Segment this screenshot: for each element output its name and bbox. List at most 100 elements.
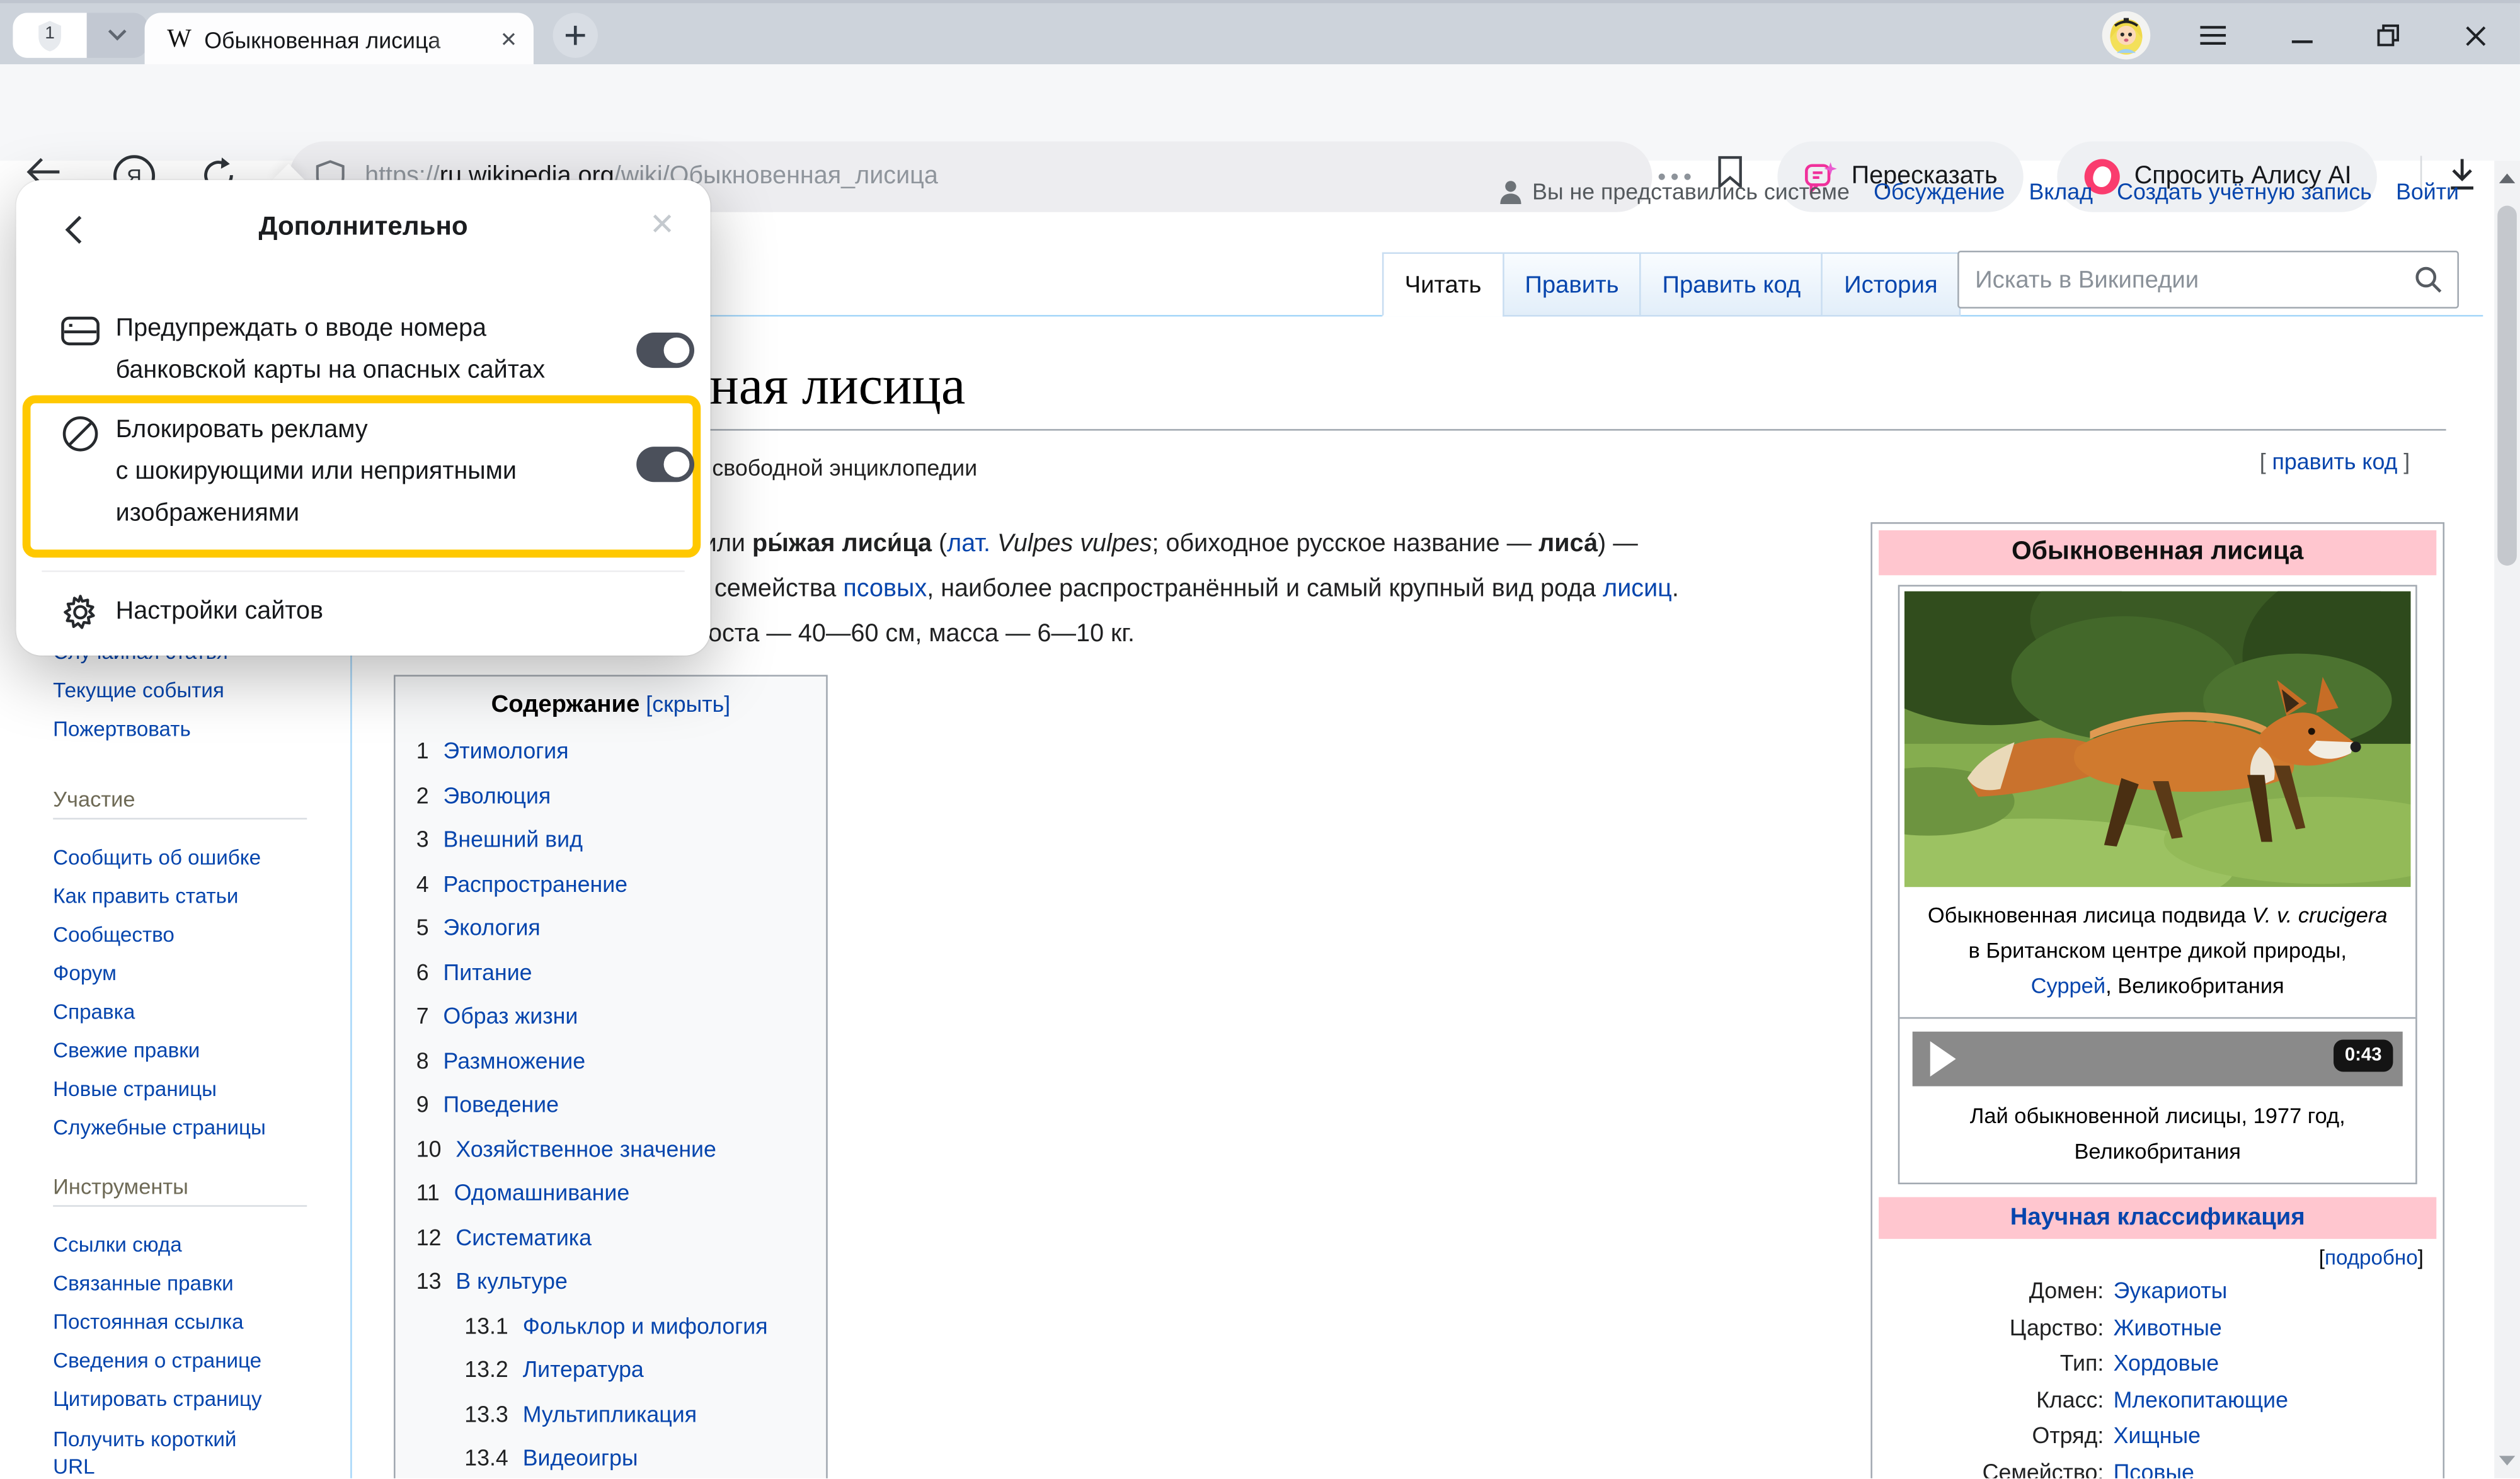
canidae-link[interactable]: псовых (843, 575, 927, 602)
block-ads-toggle[interactable] (636, 447, 694, 482)
alice-avatar-image (2102, 11, 2151, 60)
tab-edit[interactable]: Править (1503, 253, 1640, 317)
toc-header: Содержание (491, 691, 640, 718)
wiki-search-input[interactable] (1959, 266, 2414, 293)
wiki-page-tabs: Читать Править Править код История (1382, 253, 1960, 317)
sidebar-item-special-pages[interactable]: Служебные страницы (53, 1115, 266, 1139)
page-scrollbar[interactable] (2494, 161, 2520, 1478)
sidebar-item-community[interactable]: Сообщество (53, 922, 175, 946)
toc-item: 4Распространение (416, 862, 827, 906)
panel-close-button[interactable]: ✕ (650, 207, 675, 244)
sidebar-item-permanent-link[interactable]: Постоянная ссылка (53, 1310, 243, 1333)
wiki-link-discussion[interactable]: Обсуждение (1874, 178, 2005, 204)
panel-divider (42, 571, 684, 573)
taxobox-image-frame: Обыкновенная лисица подвида V. v. crucig… (1898, 585, 2417, 1185)
person-icon (1500, 179, 1523, 203)
sidebar-item-recent-changes[interactable]: Свежие правки (53, 1038, 200, 1062)
sidebar-item-report-error[interactable]: Сообщить об ошибке (53, 845, 261, 869)
tab-count-number: 1 (35, 23, 64, 43)
sidebar-item-how-to-edit[interactable]: Как править статьи (53, 884, 238, 908)
scrollbar-thumb[interactable] (2497, 206, 2517, 566)
wiki-link-create-account[interactable]: Создать учётную запись (2117, 178, 2372, 204)
tab-close-icon[interactable]: ✕ (500, 27, 518, 53)
play-icon[interactable] (1930, 1041, 1956, 1076)
table-of-contents: Содержание [скрыть] 1Этимология 2Эволюци… (394, 675, 828, 1478)
restore-button[interactable] (2369, 16, 2407, 55)
tab-edit-source[interactable]: Править код (1640, 253, 1822, 317)
bank-card-icon (61, 315, 100, 347)
sidebar-heading-tools: Инструменты (53, 1175, 307, 1207)
sidebar-item-current-events[interactable]: Текущие события (53, 678, 224, 702)
hamburger-menu-icon (2200, 26, 2226, 45)
toc-subitem: 13.1Фольклор и мифология (416, 1304, 827, 1348)
scroll-down-arrow[interactable] (2499, 1456, 2516, 1465)
browser-window: 1 W Обыкновенная лисица ✕ (0, 0, 2520, 1479)
wiki-personal-bar: Вы не представились системе Обсуждение В… (1500, 178, 2459, 204)
tab-count-control[interactable]: 1 (13, 13, 147, 57)
edit-section-link: [ править код ] (2260, 448, 2410, 474)
profile-avatar[interactable] (2102, 11, 2151, 60)
sidebar-item-help[interactable]: Справка (53, 1000, 135, 1024)
browser-tab[interactable]: W Обыкновенная лисица ✕ (145, 13, 534, 67)
tab-list-dropdown[interactable] (87, 13, 148, 57)
taxobox: Обыкновенная лисица (1870, 522, 2444, 1478)
toc-item: 12Систематика (416, 1216, 827, 1260)
toc-item: 8Размножение (416, 1039, 827, 1083)
card-warning-label: Предупреждать о вводе номерабанковской к… (116, 309, 546, 392)
panel-title: Дополнительно (16, 180, 711, 270)
sidebar-item-what-links-here[interactable]: Ссылки сюда (53, 1233, 182, 1257)
toc-subitem: 13.3Мультипликация (416, 1392, 827, 1436)
sidebar-item-cite-page[interactable]: Цитировать страницу (53, 1387, 261, 1411)
close-window-button[interactable] (2456, 16, 2494, 55)
sidebar-item-related-changes[interactable]: Связанные правки (53, 1271, 233, 1295)
minimize-button[interactable] (2282, 16, 2320, 55)
wikipedia-favicon: W (167, 26, 192, 55)
plus-icon (564, 24, 587, 47)
wiki-link-contributions[interactable]: Вклад (2029, 178, 2093, 204)
classification-row: Класс:Млекопитающие (1879, 1381, 2436, 1417)
sidebar-item-new-pages[interactable]: Новые страницы (53, 1076, 217, 1100)
sidebar-item-short-url[interactable]: Получить короткийURL (53, 1425, 336, 1478)
wiki-search-box[interactable] (1957, 251, 2459, 309)
fox-photo[interactable] (1899, 586, 2415, 892)
wiki-link-login[interactable]: Войти (2396, 178, 2459, 204)
details-link-row: [подробно] (1879, 1239, 2436, 1273)
toc-hide-link[interactable]: [скрыть] (646, 691, 730, 717)
search-icon[interactable] (2414, 265, 2443, 294)
site-settings-item[interactable]: Настройки сайтов (116, 591, 323, 633)
vulpes-link[interactable]: лисиц (1603, 575, 1672, 602)
block-ads-label: Блокировать рекламус шокирующими или неп… (116, 410, 517, 535)
close-icon (2465, 25, 2485, 46)
image-caption: Обыкновенная лисица подвида V. v. crucig… (1899, 892, 2415, 1017)
toc-item: 6Питание (416, 951, 827, 995)
audio-duration: 0:43 (2334, 1039, 2393, 1071)
latin-link[interactable]: лат. (947, 530, 990, 557)
toc-item: 3Внешний вид (416, 818, 827, 862)
new-tab-button[interactable] (553, 13, 598, 57)
toc-item: 5Экология (416, 906, 827, 951)
chevron-down-icon (108, 29, 127, 42)
sidebar-item-forum[interactable]: Форум (53, 961, 117, 985)
classification-row: Отряд:Хищные (1879, 1417, 2436, 1453)
sidebar-item-donate[interactable]: Пожертвовать (53, 717, 191, 741)
toc-subitem: 13.2Литература (416, 1348, 827, 1392)
wiki-sidebar: Случайная статья Текущие события Пожертв… (53, 633, 336, 1478)
scroll-up-arrow[interactable] (2499, 174, 2516, 183)
toc-subitem: 13.4Видеоигры (416, 1437, 827, 1478)
surrey-link[interactable]: Суррей (2031, 974, 2105, 998)
toc-item: 13В культуре (416, 1260, 827, 1304)
tab-strip: 1 W Обыкновенная лисица ✕ (0, 0, 2520, 64)
card-warning-toggle[interactable] (636, 333, 694, 368)
classification-row: Царство:Животные (1879, 1309, 2436, 1345)
details-link[interactable]: подробно (2325, 1245, 2418, 1269)
sidebar-item-page-info[interactable]: Сведения о странице (53, 1348, 261, 1372)
audio-player[interactable]: 0:43 (1913, 1032, 2403, 1087)
edit-code-link[interactable]: править код (2272, 448, 2398, 474)
tab-count-badge: 1 (35, 18, 64, 52)
tab-history[interactable]: История (1821, 253, 1960, 317)
toc-item: 1Этимология (416, 729, 827, 774)
sidebar-heading-participation: Участие (53, 787, 307, 819)
minimize-icon (2291, 26, 2311, 45)
browser-menu-button[interactable] (2194, 16, 2232, 55)
tab-read[interactable]: Читать (1382, 253, 1503, 317)
